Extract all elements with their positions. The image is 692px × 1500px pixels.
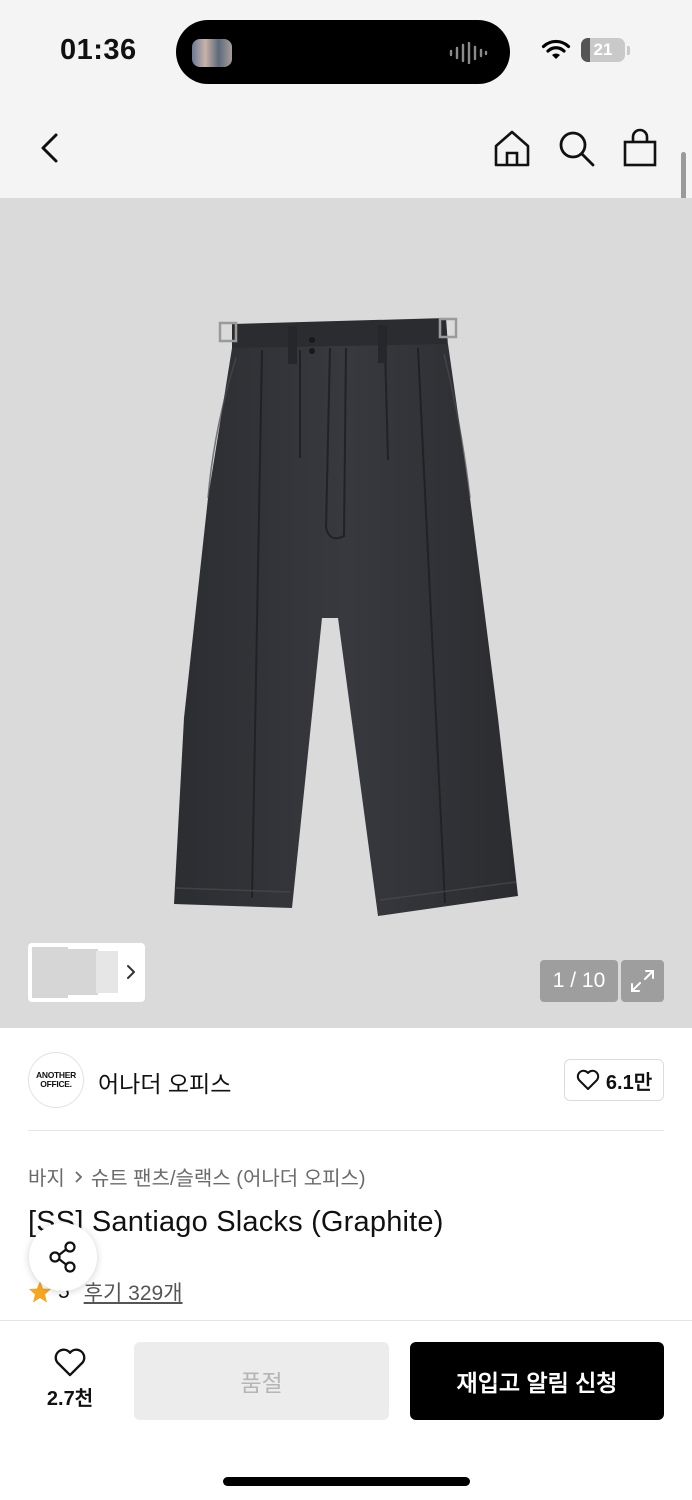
bag-icon[interactable] xyxy=(620,128,660,168)
divider xyxy=(28,1130,664,1131)
review-link[interactable]: 후기 329개 xyxy=(84,1277,183,1307)
breadcrumb-category[interactable]: 바지 xyxy=(28,1162,65,1191)
heart-icon xyxy=(54,1348,86,1377)
bottom-action-bar: 2.7천 품절 재입고 알림 신청 xyxy=(0,1320,692,1500)
thumbnail-2[interactable] xyxy=(68,949,98,995)
restock-alert-button[interactable]: 재입고 알림 신청 xyxy=(410,1342,664,1420)
battery-icon: 21 xyxy=(581,38,625,62)
wish-count: 2.7천 xyxy=(46,1388,94,1410)
thumbnail-3[interactable] xyxy=(96,951,118,993)
status-bar: 01:36 21 xyxy=(0,0,692,100)
product-title: [SS] Santiago Slacks (Graphite) xyxy=(28,1206,444,1238)
wish-button[interactable]: 2.7천 xyxy=(28,1347,112,1411)
chevron-right-icon[interactable] xyxy=(125,961,137,983)
status-icons: 21 xyxy=(541,36,630,64)
brand-like-count: 6.1만 xyxy=(605,1071,653,1094)
expand-icon xyxy=(631,970,654,992)
share-button[interactable] xyxy=(29,1223,97,1291)
image-counter: 1 / 10 xyxy=(540,960,618,1002)
brand-logo-line2: OFFICE. xyxy=(40,1079,72,1089)
brand-name[interactable]: 어나더 오피스 xyxy=(98,1065,231,1099)
expand-button[interactable] xyxy=(621,960,664,1002)
chevron-right-icon xyxy=(75,1170,83,1183)
soldout-button[interactable]: 품절 xyxy=(134,1342,389,1420)
dynamic-island xyxy=(176,20,510,84)
thumbnail-1[interactable] xyxy=(32,947,68,998)
search-icon[interactable] xyxy=(556,128,596,168)
product-image-gallery[interactable]: 1 / 10 xyxy=(0,198,692,1028)
back-icon[interactable] xyxy=(30,128,70,168)
home-icon[interactable] xyxy=(492,128,532,168)
breadcrumb-subcategory[interactable]: 슈트 팬츠/슬랙스 (어나더 오피스) xyxy=(91,1162,366,1191)
wifi-icon xyxy=(541,39,571,59)
audio-wave-icon xyxy=(449,42,488,64)
status-time: 01:36 xyxy=(60,34,137,66)
share-icon xyxy=(49,1241,76,1273)
thumbnail-strip[interactable] xyxy=(28,943,145,1002)
now-playing-artwork xyxy=(192,39,232,67)
product-image xyxy=(174,317,518,916)
heart-icon xyxy=(576,1069,600,1090)
brand-like-button[interactable]: 6.1만 xyxy=(564,1059,664,1101)
brand-logo[interactable]: ANOTHER OFFICE. xyxy=(28,1052,84,1108)
breadcrumb: 바지 슈트 팬츠/슬랙스 (어나더 오피스) xyxy=(28,1162,366,1191)
battery-level: 21 xyxy=(593,40,613,59)
nav-bar xyxy=(0,100,692,198)
home-indicator[interactable] xyxy=(223,1477,470,1486)
